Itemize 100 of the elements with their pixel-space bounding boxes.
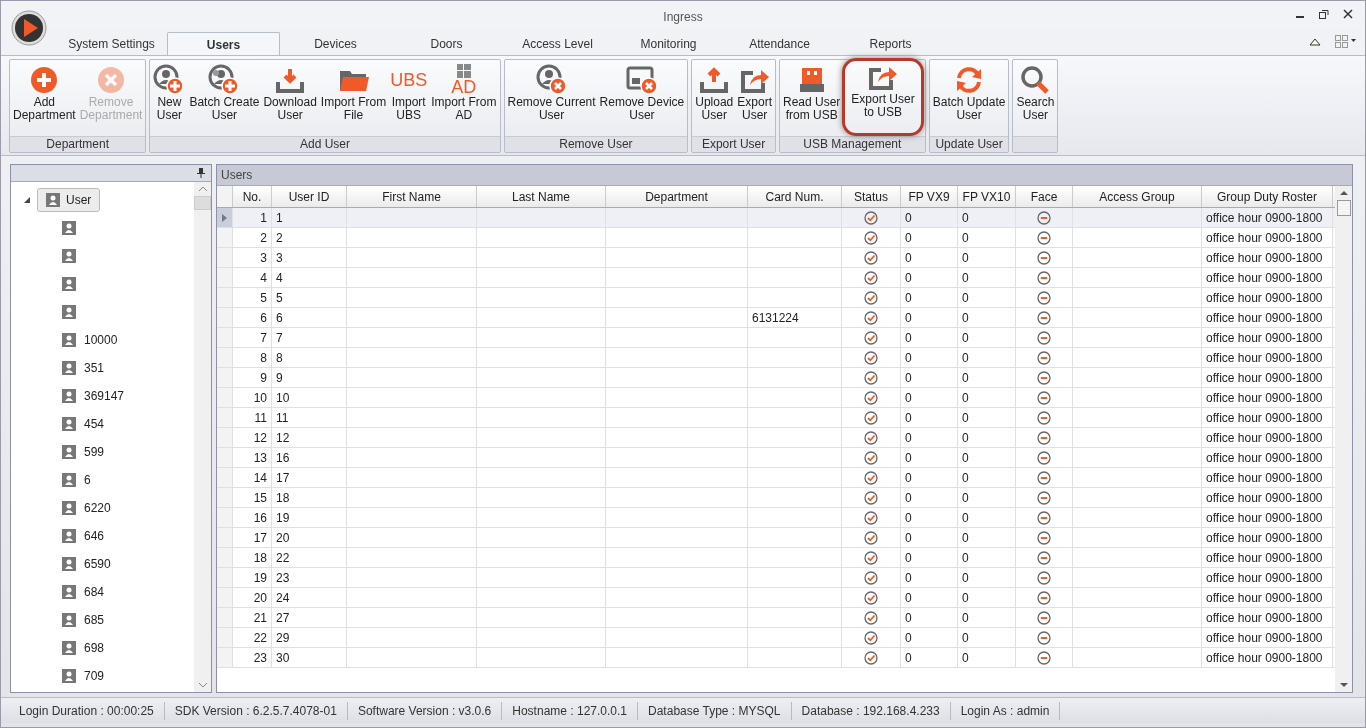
ribbon-tab[interactable]: Reports [835,32,946,55]
table-row[interactable]: 6 6 6131224 0 0 office hour 0900-1800 [217,308,1335,328]
table-row[interactable]: 14 17 0 0 office hour 0900-1800 [217,468,1335,488]
column-header[interactable]: Access Group [1073,186,1202,207]
user-icon [62,529,76,543]
table-row[interactable]: 20 24 0 0 office hour 0900-1800 [217,588,1335,608]
ribbon-button[interactable]: Search User [1014,62,1057,136]
user-icon [62,221,76,235]
restore-icon[interactable] [1319,9,1329,19]
table-row[interactable]: 18 22 0 0 office hour 0900-1800 [217,548,1335,568]
ribbon-tab[interactable]: System Settings [56,32,167,55]
column-header[interactable]: Card Num. [748,186,842,207]
column-header[interactable]: Face [1016,186,1073,207]
ribbon-button[interactable]: Export User [735,62,774,136]
ribbon-button[interactable]: Remove Device User [597,62,687,136]
tree-node[interactable]: User [37,188,101,212]
scrollbar[interactable] [1335,186,1352,692]
column-header[interactable]: FP VX10 [958,186,1016,207]
table-row[interactable]: 9 9 0 0 office hour 0900-1800 [217,368,1335,388]
column-header[interactable]: FP VX9 [901,186,958,207]
tree-item[interactable]: 6220 [84,501,111,515]
ribbon-tab[interactable]: Monitoring [613,32,724,55]
ribbon-button[interactable]: Batch Update User [930,62,1008,136]
column-header[interactable]: First Name [347,186,477,207]
scroll-thumb[interactable] [1336,200,1351,216]
table-row[interactable]: 7 7 0 0 office hour 0900-1800 [217,328,1335,348]
tree-item[interactable]: 369147 [84,389,125,403]
ribbon-tab[interactable]: Users [167,32,280,55]
table-row[interactable]: 8 8 0 0 office hour 0900-1800 [217,348,1335,368]
tree-item[interactable]: 599 [84,445,105,459]
ribbon-tab[interactable]: Devices [280,32,391,55]
table-row[interactable]: 13 16 0 0 office hour 0900-1800 [217,448,1335,468]
scroll-thumb[interactable] [194,196,211,210]
tree-item[interactable]: 454 [84,417,105,431]
ribbon-tab[interactable]: Attendance [724,32,835,55]
table-row[interactable]: 15 18 0 0 office hour 0900-1800 [217,488,1335,508]
tree-item[interactable]: 6590 [84,557,111,571]
ribbon-button[interactable]: Upload User [693,62,736,136]
row-header[interactable] [217,208,233,227]
column-header[interactable]: User ID [272,186,347,207]
column-header[interactable]: No. [233,186,272,207]
ribbon-button[interactable]: New User [151,62,188,136]
app-logo-icon[interactable] [11,10,47,46]
table-row[interactable]: 12 12 0 0 office hour 0900-1800 [217,428,1335,448]
tree-item[interactable]: 685 [84,613,105,627]
scroll-up-icon[interactable] [1338,189,1349,197]
table-cell: office hour 0900-1800 [1202,348,1333,367]
ribbon-button[interactable]: Read User from USB [781,62,843,136]
table-row[interactable]: 22 29 0 0 office hour 0900-1800 [217,628,1335,648]
table-row[interactable]: 5 5 0 0 office hour 0900-1800 [217,288,1335,308]
tree-item[interactable]: 6 [84,473,91,487]
tree-item[interactable]: 684 [84,585,105,599]
ribbon-button[interactable]: Add Department [11,62,78,136]
table-cell: office hour 0900-1800 [1202,588,1333,607]
tree-item[interactable]: 646 [84,529,105,543]
table-cell: 0 [958,328,1016,347]
user-icon [62,445,76,459]
scroll-down-icon[interactable] [197,681,208,689]
table-row[interactable]: 10 10 0 0 office hour 0900-1800 [217,388,1335,408]
plus-circle-icon [29,64,60,96]
close-icon[interactable] [1343,9,1353,19]
table-row[interactable]: 11 11 0 0 office hour 0900-1800 [217,408,1335,428]
table-cell: office hour 0900-1800 [1202,228,1333,247]
table-row[interactable]: 17 20 0 0 office hour 0900-1800 [217,528,1335,548]
scroll-up-icon[interactable] [197,185,208,193]
status-item: SDK Version : 6.2.5.7.4078-01 [164,701,348,720]
ribbon-button[interactable]: Remove Current User [505,62,598,136]
tree-item[interactable]: 709 [84,669,105,683]
table-cell: 0 [958,268,1016,287]
ribbon-button[interactable]: UBS Import UBS [388,62,430,136]
table-cell: 0 [901,268,958,287]
table-row[interactable]: 1 1 0 0 office hour 0900-1800 [217,208,1335,228]
column-header[interactable]: Group Duty Roster [1202,186,1333,207]
table-row[interactable]: 16 19 0 0 office hour 0900-1800 [217,508,1335,528]
scroll-down-icon[interactable] [1338,681,1349,689]
column-header[interactable]: Department [606,186,748,207]
scrollbar[interactable] [194,182,211,692]
ribbon-button[interactable]: Download User [261,62,319,136]
layout-icon[interactable] [1335,35,1357,49]
pin-icon[interactable] [197,168,205,178]
tree-item[interactable]: 10000 [84,333,118,347]
ribbon-button[interactable]: Batch Create User [187,62,262,136]
table-row[interactable]: 4 4 0 0 office hour 0900-1800 [217,268,1335,288]
ribbon-button[interactable]: Import From File [318,62,389,136]
column-header[interactable]: Last Name [477,186,606,207]
ribbon-tab[interactable]: Access Level [502,32,613,55]
table-row[interactable]: 2 2 0 0 office hour 0900-1800 [217,228,1335,248]
ribbon-button[interactable]: AD Import From AD [429,62,499,136]
table-row[interactable]: 21 27 0 0 office hour 0900-1800 [217,608,1335,628]
table-row[interactable]: 23 30 0 0 office hour 0900-1800 [217,648,1335,668]
tree-item[interactable]: 351 [84,361,105,375]
user-icon [62,501,76,515]
ribbon-tab[interactable]: Doors [391,32,502,55]
table-row[interactable]: 19 23 0 0 office hour 0900-1800 [217,568,1335,588]
collapse-ribbon-icon[interactable] [1309,37,1321,47]
table-row[interactable]: 3 3 0 0 office hour 0900-1800 [217,248,1335,268]
column-header[interactable]: Status [842,186,901,207]
table-cell: 11 [272,408,347,427]
tree-item[interactable]: 698 [84,641,105,655]
expand-arrow-icon[interactable] [23,196,31,204]
